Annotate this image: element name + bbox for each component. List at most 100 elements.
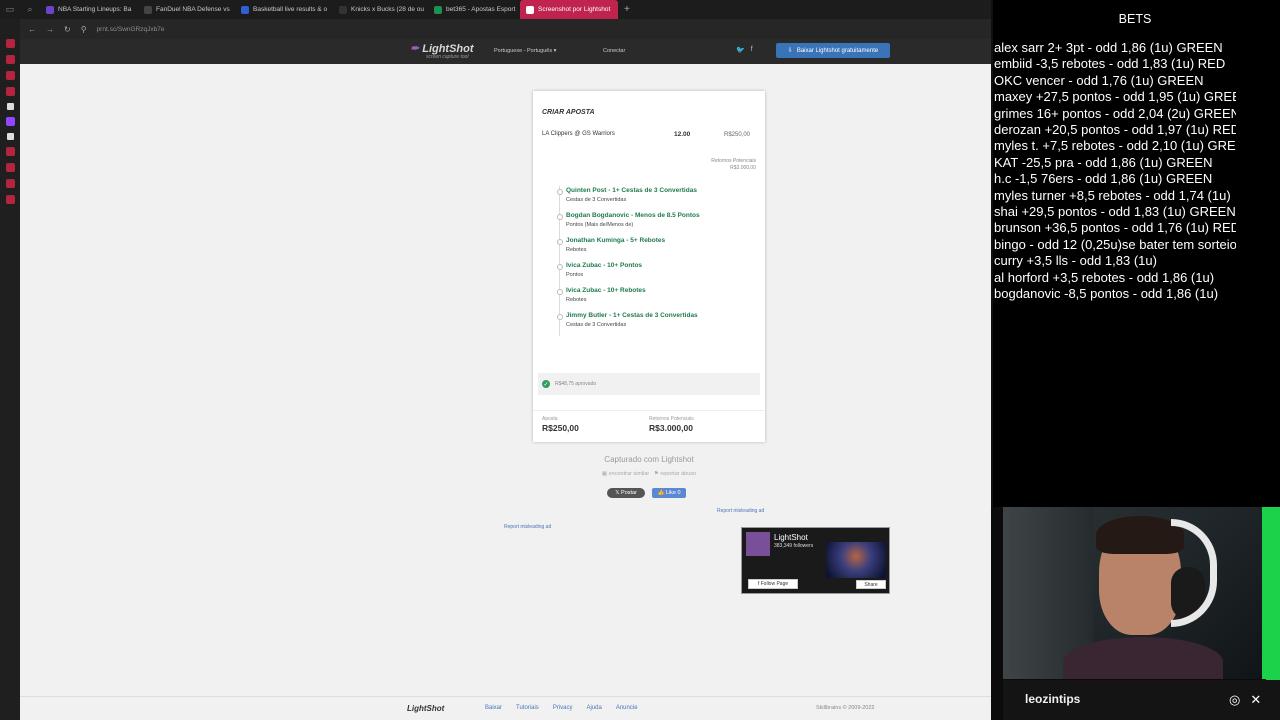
tab-label: NBA Starting Lineups: Ba <box>58 6 132 13</box>
tab-favicon <box>526 5 534 14</box>
bet-leg: Quinten Post - 1+ Cestas de 3 Convertida… <box>557 186 759 204</box>
tab-basketball-live[interactable]: Basketball live results & o <box>235 0 333 19</box>
bets-list: alex sarr 2+ 3pt - odd 1,86 (1u) GREEN e… <box>994 40 1236 303</box>
bet-line: alex sarr 2+ 3pt - odd 1,86 (1u) GREEN <box>994 40 1223 55</box>
lightshot-logo[interactable]: ✒ LightShot screen capture tool <box>410 42 474 60</box>
language-select[interactable]: Portuguese - Português ▾ <box>494 48 556 54</box>
language-value: Portuguese - Português <box>494 48 553 54</box>
url-field[interactable]: prnt.sc/SwnGRzqJxb7e <box>97 26 165 33</box>
copyright: Skillbrains © 2009-2022 <box>816 705 875 711</box>
sidebar-app-icon[interactable] <box>5 179 15 188</box>
sidebar-app-icon[interactable] <box>5 71 15 80</box>
footer-returns-value: R$3.000,00 <box>649 423 693 433</box>
new-tab-icon[interactable]: + <box>618 4 636 15</box>
leg-market: Cestas de 3 Convertidas <box>566 322 627 328</box>
bet-line: bogdanovic -8,5 pontos - odd 1,86 (1u) <box>994 286 1219 302</box>
footer-link-advertise[interactable]: Anuncie <box>616 705 638 711</box>
webcam-feed <box>1003 507 1266 679</box>
bet-line: al horford +3,5 rebotes - odd 1,86 (1u) <box>994 269 1215 285</box>
bet-line: grimes 16+ pontos - odd 2,04 (2u) GREEN <box>994 105 1236 121</box>
leg-selection: Ivica Zubac - 10+ Rebotes <box>566 287 646 294</box>
tab-favicon <box>241 5 249 14</box>
sidebar-app-icon[interactable] <box>5 55 15 64</box>
sidebar-app-icon[interactable] <box>5 163 15 172</box>
sidebar-app-icon[interactable] <box>6 103 14 110</box>
image-actions: ▦ encontrar similar ⚑ reportar abuso <box>533 471 765 477</box>
forward-icon[interactable]: → <box>46 25 54 34</box>
bet-leg: Jimmy Butler - 1+ Cestas de 3 Convertida… <box>557 311 759 329</box>
report-abuse-label: reportar abuso <box>660 471 697 477</box>
facebook-icon[interactable]: f <box>751 46 753 54</box>
report-ad-link[interactable]: Report misleading ad <box>717 508 764 514</box>
facebook-page-widget[interactable]: LightShot 383,349 followers f Follow Pag… <box>741 527 890 594</box>
site-info-icon[interactable]: ⚲ <box>81 25 87 34</box>
bets-panel: BETS alex sarr 2+ 3pt - odd 1,86 (1u) GR… <box>991 0 1280 507</box>
bets-title: BETS <box>1118 12 1152 26</box>
tab-search-icon[interactable]: ⌕ <box>20 0 40 19</box>
thumbs-up-icon: 👍 <box>657 490 665 496</box>
leg-selection: Jimmy Butler - 1+ Cestas de 3 Convertida… <box>566 312 698 319</box>
cam-shirt <box>1063 637 1223 679</box>
download-button[interactable]: ⇩ Baixar Lightshot gratuitamente <box>776 43 890 58</box>
leg-market: Rebotes <box>566 247 587 253</box>
screenshot-image[interactable]: CRIAR APOSTA LA Clippers @ GS Warriors 1… <box>533 91 765 442</box>
lightshot-header: ✒ LightShot screen capture tool Portugues… <box>20 39 991 64</box>
bet-line: embiid -3,5 rebotes - odd 1,83 (1u) RED <box>994 56 1226 72</box>
window-menu-icon[interactable]: ▭ <box>0 0 20 19</box>
bet-leg: Bogdan Bogdanovic - Menos de 8.5 Pontos … <box>557 211 759 229</box>
follow-label: Follow Page <box>760 581 789 587</box>
streamer-name: leozintips <box>1025 692 1081 706</box>
connect-link[interactable]: Conectar <box>603 48 625 54</box>
reload-icon[interactable]: ↻ <box>64 25 71 34</box>
leg-market: Pontos <box>566 272 584 278</box>
streamer-name-bar: leozintips ◎ ✕ <box>1003 680 1280 720</box>
back-icon[interactable]: ← <box>28 25 36 34</box>
leg-selection: Jonathan Kuminga - 5+ Rebotes <box>566 237 666 244</box>
find-similar-link[interactable]: ▦ encontrar similar <box>602 471 649 477</box>
twitter-icon[interactable]: 🐦 <box>736 46 745 54</box>
sidebar-twitch-icon[interactable] <box>5 117 15 126</box>
footer-returns-label: Retornos Potenciais <box>649 416 694 422</box>
report-ad-link[interactable]: Report misleading ad <box>504 524 551 530</box>
sidebar-app-icon[interactable] <box>5 147 15 156</box>
fb-cover-image <box>826 542 886 578</box>
bet-line: shai +29,5 pontos - odd 1,83 (1u) GREEN <box>994 204 1236 220</box>
footer-link-help[interactable]: Ajuda <box>586 705 601 711</box>
footer-link-download[interactable]: Baixar <box>485 705 502 711</box>
bet-line: OKC vencer - odd 1,76 (1u) GREEN <box>994 72 1204 88</box>
sidebar-x-icon[interactable] <box>6 133 14 140</box>
report-abuse-link[interactable]: ⚑ reportar abuso <box>654 471 696 477</box>
footer-stake-label: Aposta <box>542 416 558 422</box>
like-button[interactable]: 👍 Like 0 <box>652 488 686 498</box>
sidebar-app-icon[interactable] <box>5 195 15 204</box>
tab-lightshot[interactable]: Screenshot por Lightshot <box>520 0 618 19</box>
tab-label: bet365 - Apostas Esport <box>446 6 516 13</box>
returns-value: R$3.000,00 <box>730 165 756 171</box>
sidebar-app-icon[interactable] <box>5 87 15 96</box>
bet-line: brunson +36,5 pontos - odd 1,76 (1u) RED <box>994 220 1236 236</box>
check-icon: ✓ <box>542 380 550 388</box>
follow-page-button[interactable]: f Follow Page <box>748 579 798 589</box>
leg-market: Cestas de 3 Convertidas <box>566 197 627 203</box>
share-button[interactable]: Share <box>856 580 886 589</box>
footer-logo[interactable]: LightShot <box>407 704 444 713</box>
fb-page-name[interactable]: LightShot <box>774 533 808 542</box>
tab-favicon <box>46 5 54 14</box>
footer-link-privacy[interactable]: Privacy <box>553 705 573 711</box>
share-label: Share <box>864 581 878 588</box>
approved-text: R$48,75 aprovado <box>555 381 597 387</box>
leg-market: Pontos (Mais de/Menos de) <box>566 222 634 228</box>
facebook-icon: f <box>757 581 760 587</box>
tab-knicks-bucks[interactable]: Knicks x Bucks (28 de ou <box>333 0 428 19</box>
instagram-icon: ◎ <box>1229 692 1241 707</box>
browser-sidebar <box>0 19 20 720</box>
tab-bet365[interactable]: bet365 - Apostas Esport <box>428 0 520 19</box>
tab-nba-lineups[interactable]: NBA Starting Lineups: Ba <box>40 0 138 19</box>
sidebar-app-icon[interactable] <box>5 39 15 48</box>
post-button[interactable]: 𝕏 Postar <box>607 488 645 498</box>
footer-link-tutorials[interactable]: Tutoriais <box>516 705 539 711</box>
tab-favicon <box>339 5 347 14</box>
tab-fanduel[interactable]: FanDuel NBA Defense vs <box>138 0 235 19</box>
headset-icon <box>1171 519 1217 627</box>
download-label: Baixar Lightshot gratuitamente <box>796 47 879 54</box>
